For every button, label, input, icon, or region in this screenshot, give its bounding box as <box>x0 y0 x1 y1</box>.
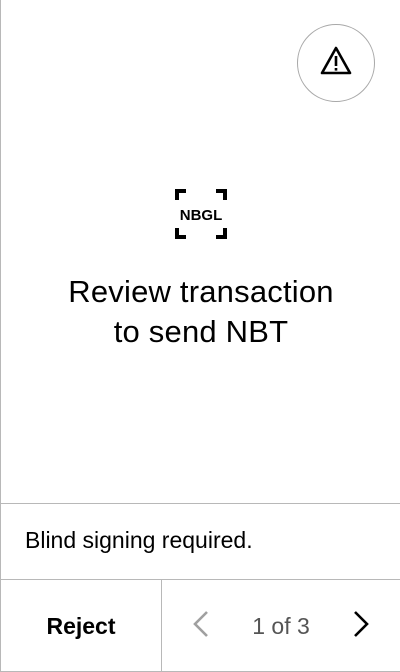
title-line-1: Review transaction <box>68 274 334 309</box>
warning-button[interactable] <box>297 24 375 102</box>
blind-signing-notice: Blind signing required. <box>25 527 253 553</box>
page-indicator: 1 of 3 <box>252 612 310 639</box>
logo-text: NBGL <box>180 207 223 224</box>
divider <box>1 503 400 504</box>
chevron-left-icon <box>192 610 210 643</box>
chevron-right-icon <box>352 610 370 643</box>
review-screen: NBGL Review transaction to send NBT Blin… <box>0 0 400 672</box>
page-title: Review transaction to send NBT <box>1 272 400 352</box>
nbgl-logo: NBGL <box>175 189 227 239</box>
page-navigation: 1 of 3 <box>162 580 400 672</box>
warning-triangle-icon <box>319 45 353 82</box>
reject-button[interactable]: Reject <box>1 580 161 672</box>
previous-page-button[interactable] <box>186 610 216 642</box>
next-page-button[interactable] <box>346 610 376 642</box>
title-line-2: to send NBT <box>113 314 289 349</box>
